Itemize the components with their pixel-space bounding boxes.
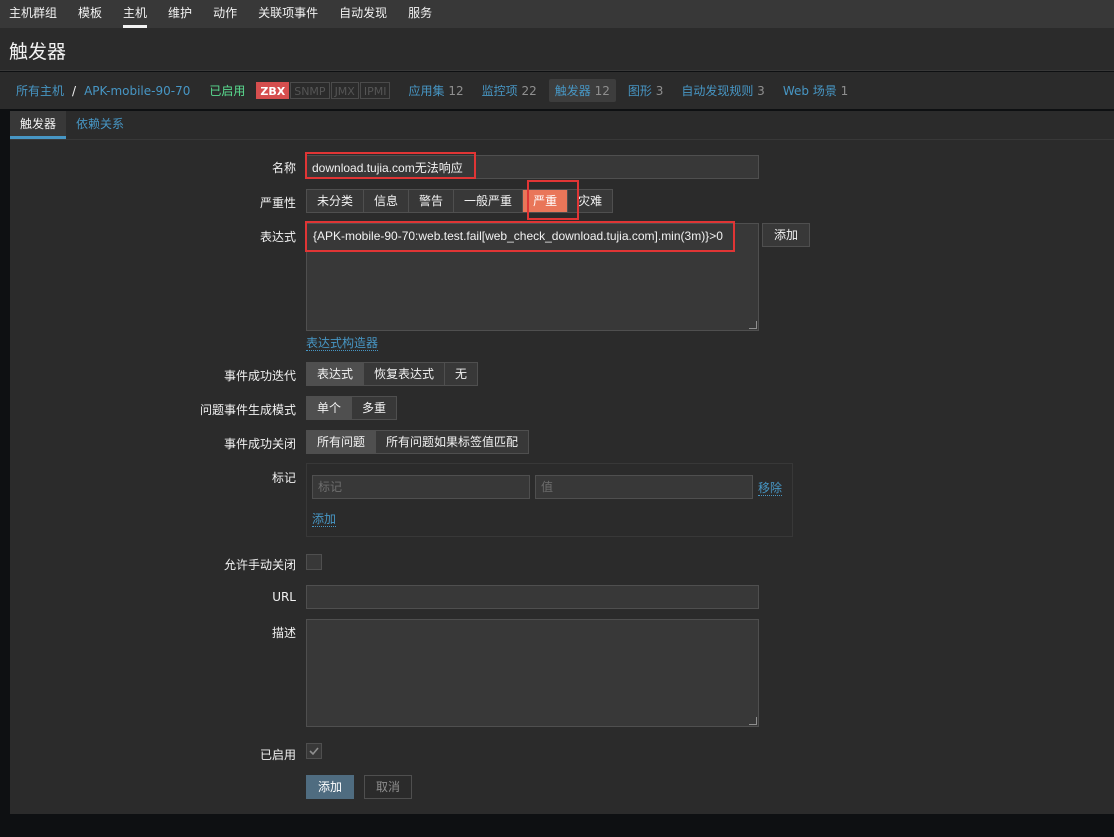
tags-label: 标记	[271, 471, 296, 485]
nav-actions[interactable]: 动作	[213, 0, 237, 28]
link-web-scenarios[interactable]: Web 场景 1	[783, 82, 848, 99]
severity-disaster[interactable]: 灾难	[568, 190, 612, 212]
recovery-expression[interactable]: 表达式	[307, 363, 365, 385]
recovery-recovery-expression[interactable]: 恢复表达式	[364, 363, 446, 385]
resize-handle[interactable]	[749, 321, 757, 329]
nav-maintenance[interactable]: 维护	[168, 0, 192, 28]
expression-add-button[interactable]: 添加	[762, 223, 810, 247]
submit-add-button[interactable]: 添加	[306, 775, 354, 799]
tab-dependencies[interactable]: 依赖关系	[66, 111, 134, 139]
nav-host-groups[interactable]: 主机群组	[9, 0, 57, 28]
manual-close-checkbox[interactable]	[306, 554, 322, 570]
recovery-selector: 表达式 恢复表达式 无	[306, 362, 479, 386]
breadcrumb-all-hosts[interactable]: 所有主机	[16, 82, 64, 99]
name-label: 名称	[271, 161, 296, 175]
tag-value-input[interactable]	[535, 475, 753, 499]
severity-selector: 未分类 信息 警告 一般严重 严重 灾难	[306, 189, 614, 213]
availability-badges: ZBX SNMP JMX IPMI	[256, 82, 391, 99]
manual-close-label: 允许手动关闭	[223, 558, 296, 572]
host-status[interactable]: 已启用	[209, 82, 245, 99]
link-triggers[interactable]: 触发器 12	[548, 79, 616, 102]
snmp-badge: SNMP	[290, 82, 330, 99]
description-label: 描述	[271, 626, 296, 640]
description-textarea[interactable]	[306, 619, 759, 727]
nav-correlation[interactable]: 关联项事件	[258, 0, 318, 28]
severity-warning[interactable]: 警告	[409, 190, 455, 212]
link-applications[interactable]: 应用集 12	[408, 82, 463, 99]
ok-close-all[interactable]: 所有问题	[307, 431, 377, 453]
enabled-label: 已启用	[259, 748, 296, 762]
nav-hosts[interactable]: 主机	[123, 0, 148, 28]
severity-information[interactable]: 信息	[364, 190, 410, 212]
problem-mode-multiple[interactable]: 多重	[352, 397, 396, 419]
breadcrumb-host[interactable]: APK-mobile-90-70	[84, 84, 190, 98]
host-nav: 所有主机 / APK-mobile-90-70 已启用 ZBX SNMP JMX…	[0, 72, 1114, 109]
severity-high[interactable]: 严重	[523, 190, 569, 212]
zbx-badge: ZBX	[256, 82, 290, 99]
jmx-badge: JMX	[330, 82, 359, 99]
tab-trigger[interactable]: 触发器	[10, 111, 67, 139]
problem-mode-label: 问题事件生成模式	[199, 403, 296, 417]
top-nav: 主机群组 模板 主机 维护 动作 关联项事件 自动发现 服务	[0, 0, 1114, 28]
severity-label: 严重性	[259, 196, 296, 210]
checkmark-icon	[309, 747, 319, 756]
description-resize-handle[interactable]	[749, 717, 757, 725]
breadcrumb-separator: /	[72, 83, 77, 98]
expression-text: {APK-mobile-90-70:web.test.fail[web_chec…	[313, 229, 723, 243]
cancel-button[interactable]: 取消	[364, 775, 412, 799]
tag-add-link[interactable]: 添加	[312, 512, 337, 527]
expression-textarea[interactable]: {APK-mobile-90-70:web.test.fail[web_chec…	[306, 223, 759, 331]
nav-templates[interactable]: 模板	[78, 0, 102, 28]
nav-discovery[interactable]: 自动发现	[339, 0, 387, 28]
recovery-none[interactable]: 无	[445, 363, 477, 385]
severity-average[interactable]: 一般严重	[454, 190, 524, 212]
expression-label: 表达式	[259, 230, 296, 244]
enabled-checkbox[interactable]	[306, 743, 322, 759]
link-discovery-rules[interactable]: 自动发现规则 3	[681, 82, 764, 99]
page-header: 触发器	[0, 28, 1114, 71]
nav-services[interactable]: 服务	[408, 0, 432, 28]
ok-close-tag-match[interactable]: 所有问题如果标签值匹配	[376, 431, 528, 453]
link-graphs[interactable]: 图形 3	[628, 82, 663, 99]
link-items[interactable]: 监控项 22	[482, 82, 537, 99]
ok-close-selector: 所有问题 所有问题如果标签值匹配	[306, 430, 530, 454]
recovery-label: 事件成功迭代	[223, 369, 296, 383]
severity-not-classified[interactable]: 未分类	[307, 190, 365, 212]
ipmi-badge: IPMI	[359, 82, 391, 99]
url-input[interactable]	[306, 585, 759, 609]
tag-name-input[interactable]	[312, 475, 530, 499]
problem-mode-selector: 单个 多重	[306, 396, 398, 420]
ok-close-label: 事件成功关闭	[223, 437, 296, 451]
name-input[interactable]	[306, 155, 759, 179]
form-tabs: 触发器 依赖关系	[10, 111, 1114, 139]
page-title: 触发器	[9, 41, 67, 63]
url-label: URL	[272, 590, 296, 604]
expression-builder-link[interactable]: 表达式构造器	[306, 336, 379, 351]
tag-remove-link[interactable]: 移除	[758, 481, 783, 496]
problem-mode-single[interactable]: 单个	[307, 397, 353, 419]
